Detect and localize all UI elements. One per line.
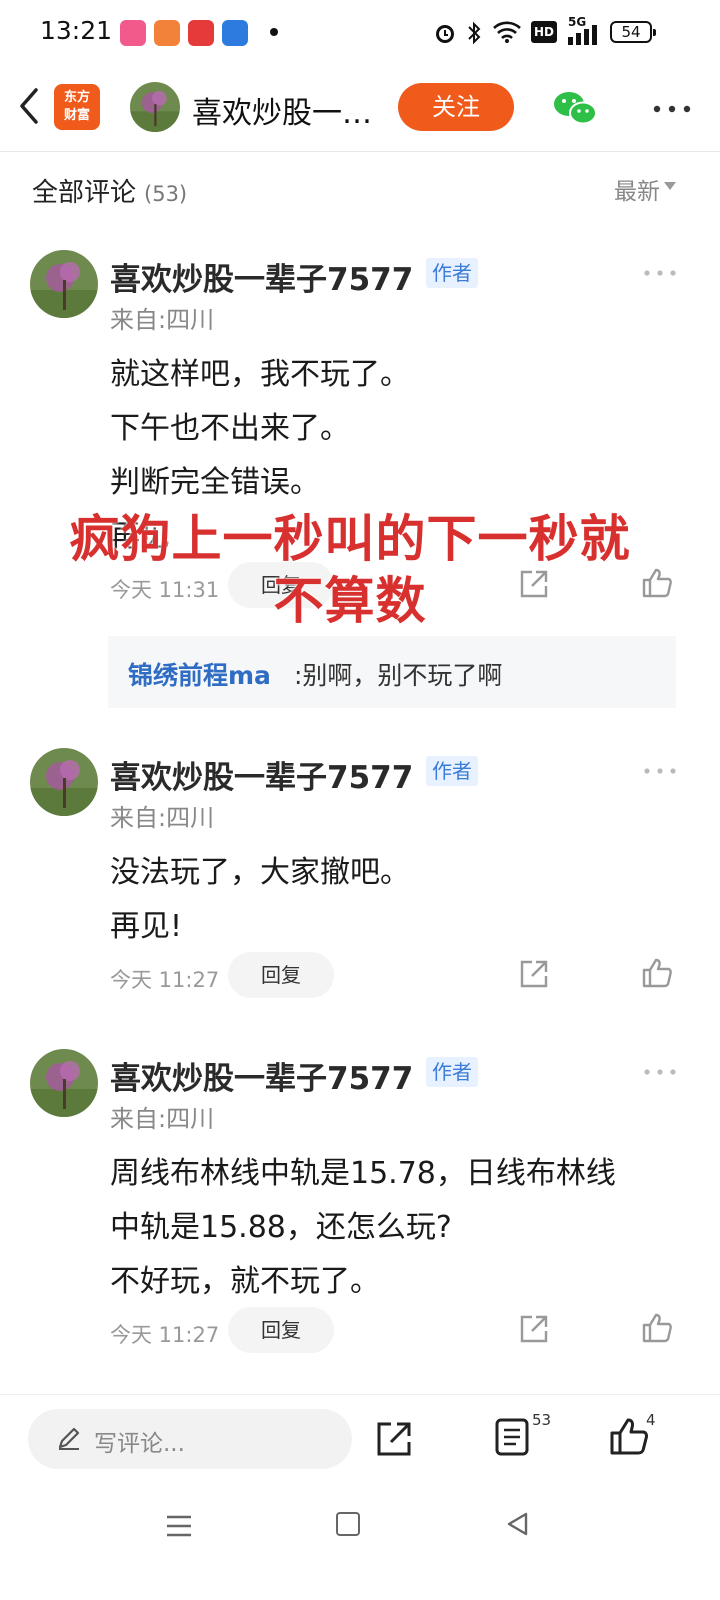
comment-actions: 今天 11:27 回复 [110, 952, 690, 1000]
comment-location: 来自:四川 [110, 306, 215, 334]
comment-line: 中轨是15.88，还怎么玩? [110, 1210, 452, 1245]
home-icon[interactable] [336, 1512, 360, 1536]
app-notification-icon [120, 20, 146, 46]
comment-location: 来自:四川 [110, 804, 215, 832]
comment-location: 来自:四川 [110, 1105, 215, 1133]
more-options-icon[interactable] [652, 104, 692, 114]
comment-author-name[interactable]: 喜欢炒股一辈子7577 [110, 752, 413, 797]
bluetooth-icon [468, 21, 481, 45]
sub-reply[interactable]: 锦绣前程ma :别啊，别不玩了啊 [108, 636, 676, 708]
comment-text: 周线布林线中轨是15.78，日线布林线 中轨是15.88，还怎么玩? 不好玩，就… [110, 1147, 680, 1309]
bottom-action-bar: 写评论... 53 4 [0, 1394, 720, 1490]
overlay-line: 疯狗上一秒叫的下一秒就 [69, 510, 631, 568]
back-arrow-icon[interactable] [14, 84, 44, 128]
more-options-icon[interactable] [644, 270, 676, 276]
comment-count-badge: 53 [532, 1411, 552, 1429]
hd-icon: HD [531, 21, 557, 43]
chevron-down-icon [664, 182, 676, 190]
comment-count: (53) [144, 182, 188, 206]
like-icon[interactable] [640, 956, 674, 990]
comment-time: 今天 11:27 [110, 1323, 220, 1347]
page-title: 喜欢炒股一… [192, 96, 372, 131]
avatar[interactable] [30, 1049, 98, 1117]
share-icon[interactable] [518, 958, 550, 990]
comment-line: 就这样吧，我不玩了。 [110, 357, 410, 392]
comment-text: 没法玩了，大家撤吧。 再见! [110, 846, 680, 954]
comment-line: 下午也不出来了。 [110, 411, 350, 446]
comment-actions: 今天 11:27 回复 [110, 1307, 690, 1355]
battery-icon: 54 [610, 21, 656, 43]
top-nav: 东方 财富 喜欢炒股一… 关注 [0, 64, 720, 152]
notification-dot [270, 28, 278, 36]
status-time: 13:21 [40, 16, 113, 45]
all-comments-label: 全部评论 [32, 178, 137, 208]
pencil-icon [58, 1427, 80, 1450]
avatar[interactable] [30, 748, 98, 816]
author-badge: 作者 [426, 756, 478, 786]
share-icon[interactable] [374, 1419, 414, 1459]
app-notification-icon [154, 20, 180, 46]
sub-reply-author[interactable]: 锦绣前程ma [128, 656, 271, 692]
menu-icon[interactable] [165, 1514, 193, 1538]
like-icon[interactable] [608, 1415, 650, 1457]
comment-author-name[interactable]: 喜欢炒股一辈子7577 [110, 254, 413, 299]
all-comments-title: 全部评论 (53) [32, 172, 187, 209]
comment-item: 喜欢炒股一辈子7577 作者 来自:四川 就这样吧，我不玩了。 下午也不出来了。… [0, 250, 720, 710]
status-bar: 13:21 HD 5G 54 [0, 0, 720, 64]
share-icon[interactable] [518, 1313, 550, 1345]
system-nav-bar [0, 1490, 720, 1600]
brand-logo: 东方 财富 [54, 84, 100, 130]
follow-button[interactable]: 关注 [398, 83, 514, 131]
avatar[interactable] [30, 250, 98, 318]
comment-line: 判断完全错误。 [110, 465, 320, 500]
sort-label: 最新 [614, 179, 660, 205]
comment-input[interactable]: 写评论... [28, 1409, 352, 1469]
signal-icon [568, 25, 597, 45]
alarm-icon [436, 25, 454, 43]
sort-dropdown[interactable]: 最新 [614, 172, 660, 206]
comment-line: 周线布林线中轨是15.78，日线布林线 [110, 1156, 616, 1191]
comment-list-icon[interactable] [494, 1417, 530, 1457]
overlay-line: 不算数 [273, 572, 427, 630]
author-badge: 作者 [426, 258, 478, 288]
comment-input-placeholder: 写评论... [94, 1431, 185, 1457]
more-options-icon[interactable] [644, 768, 676, 774]
back-triangle-icon[interactable] [504, 1510, 532, 1538]
sub-reply-text: :别啊，别不玩了啊 [294, 661, 503, 690]
comment-line: 没法玩了，大家撤吧。 [110, 855, 410, 890]
reply-button[interactable]: 回复 [228, 1307, 334, 1353]
reply-button[interactable]: 回复 [228, 952, 334, 998]
wifi-icon [493, 21, 521, 43]
avatar[interactable] [130, 82, 180, 132]
author-badge: 作者 [426, 1057, 478, 1087]
more-options-icon[interactable] [644, 1069, 676, 1075]
comments-header: 全部评论 (53) 最新 [0, 152, 720, 222]
like-icon[interactable] [640, 1311, 674, 1345]
comment-time: 今天 11:27 [110, 968, 220, 992]
overlay-caption: 疯狗上一秒叫的下一秒就 不算数 [30, 508, 670, 632]
wechat-share-icon[interactable] [553, 88, 597, 128]
comment-item: 喜欢炒股一辈子7577 作者 来自:四川 周线布林线中轨是15.78，日线布林线… [0, 1049, 720, 1379]
like-count-badge: 4 [646, 1411, 656, 1429]
app-notification-icon [222, 20, 248, 46]
comment-item: 喜欢炒股一辈子7577 作者 来自:四川 没法玩了，大家撤吧。 再见! 今天 1… [0, 748, 720, 1008]
comment-line: 不好玩，就不玩了。 [110, 1264, 380, 1299]
comment-author-name[interactable]: 喜欢炒股一辈子7577 [110, 1053, 413, 1098]
comment-line: 再见! [110, 909, 183, 944]
app-notification-icon [188, 20, 214, 46]
